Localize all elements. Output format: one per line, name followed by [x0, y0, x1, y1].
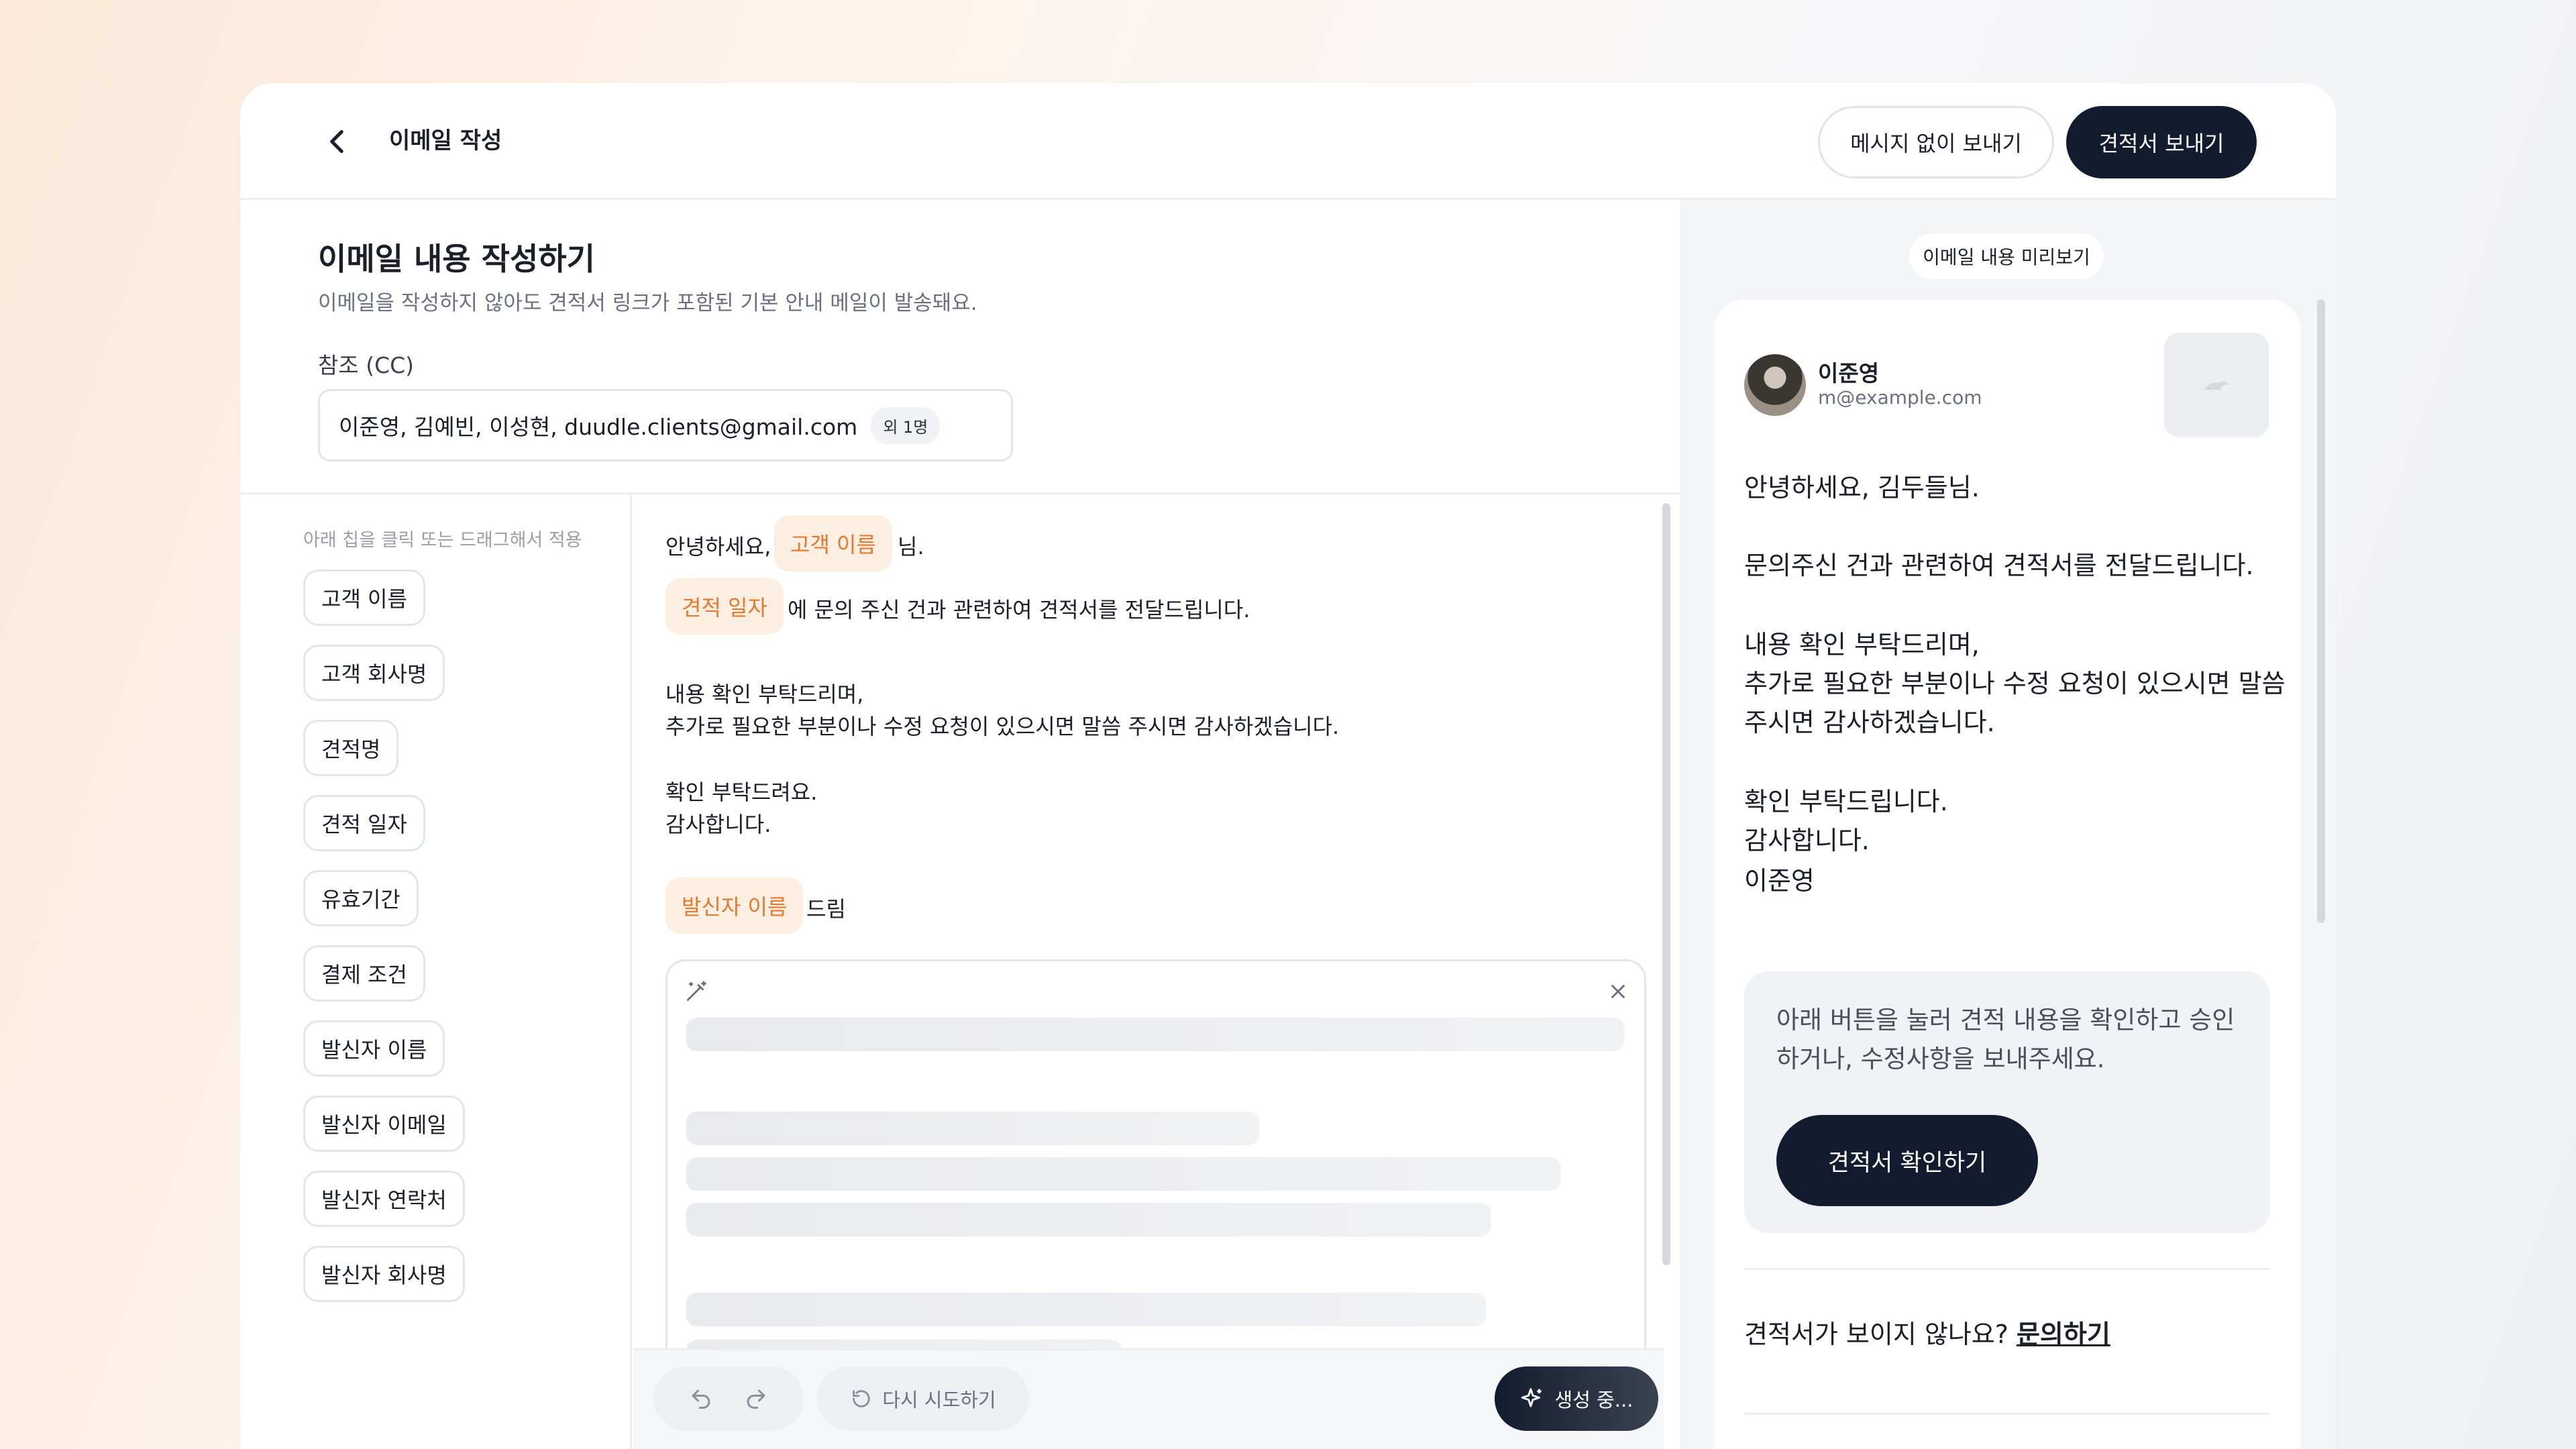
refresh-icon	[853, 1390, 871, 1407]
contact-link[interactable]: 문의하기	[2017, 1320, 2110, 1349]
editor-greeting-suffix: 님.	[898, 534, 924, 559]
chip-sender-name[interactable]: 발신자 이름	[303, 1020, 445, 1077]
preview-scrollbar[interactable]	[2317, 299, 2325, 923]
preview-line1: 문의주신 건과 관련하여 견적서를 전달드립니다.	[1744, 551, 2254, 580]
chip-quote-name[interactable]: 견적명	[303, 720, 399, 776]
chip-sender-company[interactable]: 발신자 회사명	[303, 1246, 465, 1302]
preview-divider	[1744, 1413, 2270, 1415]
ai-generation-panel	[665, 959, 1646, 1375]
compose-subtitle: 이메일을 작성하지 않아도 견적서 링크가 포함된 기본 안내 메일이 발송돼요…	[318, 291, 977, 315]
avatar	[1744, 354, 1806, 416]
logo-icon	[2204, 381, 2229, 390]
magic-wand-icon	[686, 981, 706, 1002]
editor-para2-line2: 감사합니다.	[665, 812, 771, 837]
undo-redo-group	[653, 1366, 804, 1431]
editor-para1-line2: 추가로 필요한 부분이나 수정 요청이 있으시면 말씀 주시면 감사하겠습니다.	[665, 714, 1340, 739]
skeleton-line	[686, 1112, 1259, 1145]
skeleton-line	[686, 1293, 1486, 1326]
editor-sign-suffix: 드림	[806, 896, 846, 922]
skeleton-line	[686, 1203, 1491, 1236]
compose-title: 이메일 내용 작성하기	[318, 241, 595, 277]
view-quote-button[interactable]: 견적서 확인하기	[1776, 1115, 2038, 1206]
preview-signature: 이준영	[1744, 866, 1815, 896]
chip-sender-phone[interactable]: 발신자 연락처	[303, 1171, 465, 1227]
skeleton-line	[686, 1018, 1624, 1051]
sparkle-icon	[1521, 1388, 1542, 1407]
send-quote-button[interactable]: 견적서 보내기	[2066, 106, 2257, 178]
top-header: 이메일 작성 메시지 없이 보내기 견적서 보내기	[240, 83, 2336, 200]
preview-footer: 견적서가 보이지 않나요? 문의하기	[1744, 1313, 2110, 1350]
preview-para1: 내용 확인 부탁드리며, 추가로 필요한 부분이나 수정 요청이 있으시면 말씀…	[1744, 630, 2286, 737]
retry-button[interactable]: 다시 시도하기	[817, 1366, 1029, 1431]
editor-para2-line1: 확인 부탁드려요.	[665, 780, 818, 805]
preview-cta-text: 아래 버튼을 눌러 견적 내용을 확인하고 승인하거나, 수정사항을 보내주세요…	[1776, 1006, 2235, 1073]
preview-greeting: 안녕하세요, 김두들님.	[1744, 473, 1980, 502]
send-without-message-button[interactable]: 메시지 없이 보내기	[1818, 106, 2054, 178]
undo-icon[interactable]	[689, 1387, 713, 1411]
editor-greeting-prefix: 안녕하세요,	[665, 534, 771, 559]
chip-sender-email[interactable]: 발신자 이메일	[303, 1095, 465, 1152]
footer-question: 견적서가 보이지 않나요?	[1744, 1320, 2008, 1349]
chip-valid-period[interactable]: 유효기간	[303, 870, 419, 926]
chip-customer-name[interactable]: 고객 이름	[303, 570, 425, 626]
token-quote-date[interactable]: 견적 일자	[665, 578, 784, 635]
preview-label-pill: 이메일 내용 미리보기	[1909, 233, 2104, 279]
cc-recipients: 이준영, 김예빈, 이성현, duudle.clients@gmail.com	[339, 414, 858, 440]
chip-quote-date[interactable]: 견적 일자	[303, 795, 425, 851]
chip-payment-terms[interactable]: 결제 조건	[303, 945, 425, 1002]
cc-field[interactable]: 이준영, 김예빈, 이성현, duudle.clients@gmail.com …	[318, 389, 1013, 462]
editor-toolbar: 다시 시도하기 생성 중...	[633, 1348, 1664, 1449]
redo-icon[interactable]	[744, 1387, 768, 1411]
token-sender-name[interactable]: 발신자 이름	[665, 877, 804, 934]
generating-label: 생성 중...	[1554, 1389, 1633, 1411]
chip-customer-company[interactable]: 고객 회사명	[303, 645, 445, 701]
sender-name: 이준영	[1818, 360, 1880, 386]
preview-divider	[1744, 1268, 2270, 1270]
generating-button[interactable]: 생성 중...	[1495, 1366, 1658, 1431]
close-icon[interactable]	[1607, 980, 1629, 1003]
skeleton-line	[686, 1157, 1561, 1191]
cc-label: 참조 (CC)	[318, 352, 415, 378]
sender-email: m@example.com	[1818, 386, 1982, 409]
retry-label: 다시 시도하기	[882, 1389, 996, 1411]
token-customer-name[interactable]: 고객 이름	[774, 515, 892, 572]
page-title: 이메일 작성	[389, 127, 502, 154]
variable-chip-list: 아래 칩을 클릭 또는 드래그해서 적용 고객 이름 고객 회사명 견적명 견적…	[240, 494, 632, 1449]
back-arrow-icon[interactable]	[321, 125, 354, 158]
company-logo-placeholder	[2164, 333, 2269, 437]
preview-para2: 확인 부탁드립니다. 감사합니다.	[1744, 787, 1948, 855]
preview-cta-box: 아래 버튼을 눌러 견적 내용을 확인하고 승인하거나, 수정사항을 보내주세요…	[1744, 971, 2270, 1233]
email-preview-card: 이준영 m@example.com 안녕하세요, 김두들님. 문의주신 건과 관…	[1713, 299, 2301, 1449]
editor-para1-line1: 내용 확인 부탁드리며,	[665, 682, 864, 707]
cc-more-badge: 외 1명	[871, 407, 941, 444]
editor-scrollbar[interactable]	[1662, 503, 1670, 1265]
editor-line2: 에 문의 주신 건과 관련하여 견적서를 전달드립니다.	[788, 597, 1250, 623]
chips-hint: 아래 칩을 클릭 또는 드래그해서 적용	[303, 530, 582, 551]
